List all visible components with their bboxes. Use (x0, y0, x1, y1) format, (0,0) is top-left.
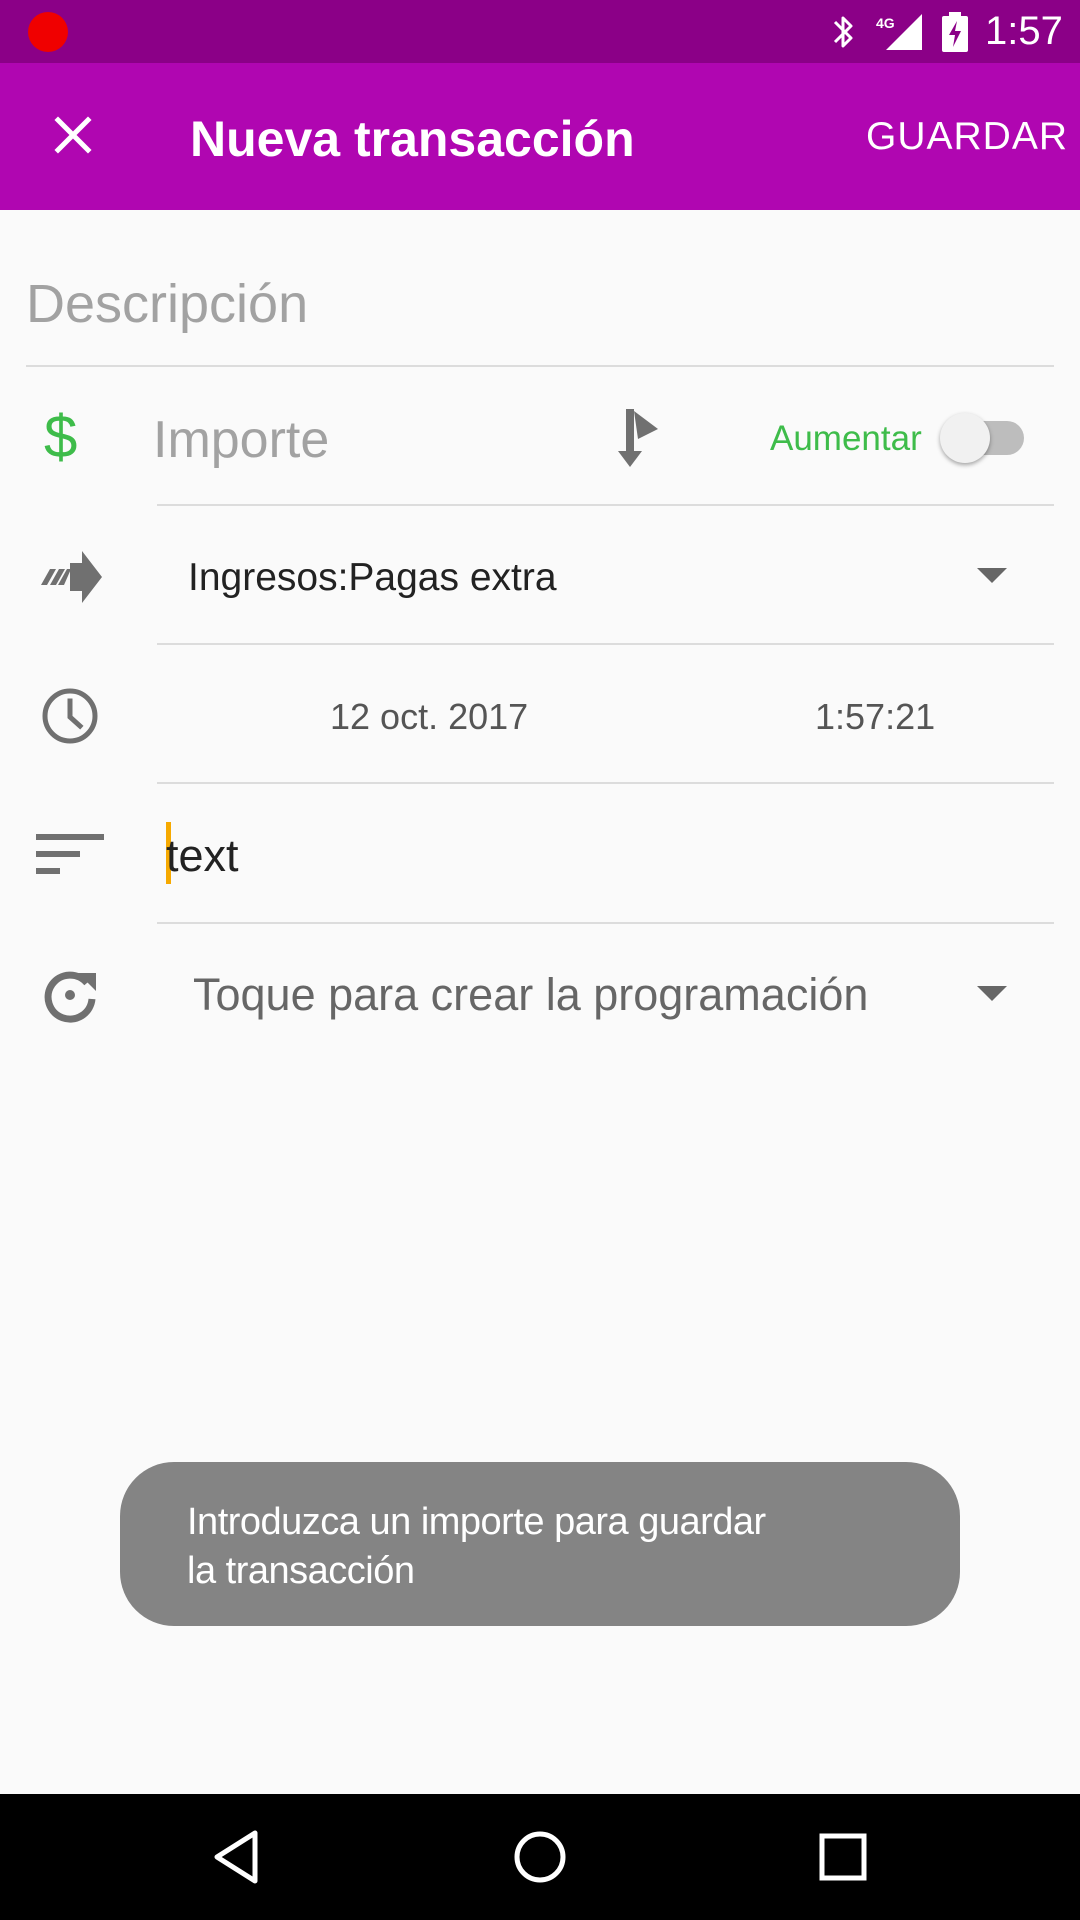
repeat-icon (44, 971, 96, 1023)
date-picker[interactable]: 12 oct. 2017 (330, 692, 528, 742)
notes-input[interactable]: text (166, 828, 239, 884)
transfer-account-icon (41, 551, 102, 603)
signal-icon: 4G (876, 14, 922, 50)
toast-line-2: la transacción (187, 1550, 415, 1592)
clock-icon (42, 688, 98, 744)
divider (157, 643, 1054, 645)
battery-charging-icon (942, 12, 968, 52)
record-indicator-icon (28, 12, 68, 52)
network-type-label: 4G (876, 15, 895, 31)
status-bar: 4G 1:57 (0, 0, 1080, 63)
description-input[interactable]: Descripción (26, 264, 1054, 344)
close-icon[interactable] (48, 110, 98, 160)
divider (157, 504, 1054, 506)
divider (157, 922, 1054, 924)
home-icon[interactable] (512, 1829, 568, 1885)
bluetooth-icon (833, 16, 853, 48)
toggle-thumb[interactable] (940, 413, 990, 463)
time-picker[interactable]: 1:57:21 (815, 692, 935, 742)
schedule-selector[interactable]: Toque para crear la programación (193, 966, 868, 1024)
chevron-down-icon[interactable] (977, 568, 1007, 584)
increase-toggle-label: Aumentar (770, 419, 922, 458)
status-time: 1:57 (985, 9, 1063, 53)
account-selector[interactable]: Ingresos:Pagas extra (188, 552, 557, 604)
divider (26, 365, 1054, 367)
notes-icon (36, 834, 104, 874)
currency-symbol: $ (44, 403, 78, 470)
toast-line-1: Introduzca un importe para guardar (187, 1501, 766, 1543)
recents-icon[interactable] (818, 1832, 868, 1882)
chevron-down-icon[interactable] (977, 986, 1007, 1002)
amount-input[interactable]: Importe (153, 404, 329, 476)
save-button[interactable]: GUARDAR (866, 106, 1068, 168)
page-title: Nueva transacción (190, 111, 635, 167)
split-transaction-icon[interactable] (612, 405, 666, 469)
back-icon[interactable] (211, 1829, 261, 1885)
divider (157, 782, 1054, 784)
